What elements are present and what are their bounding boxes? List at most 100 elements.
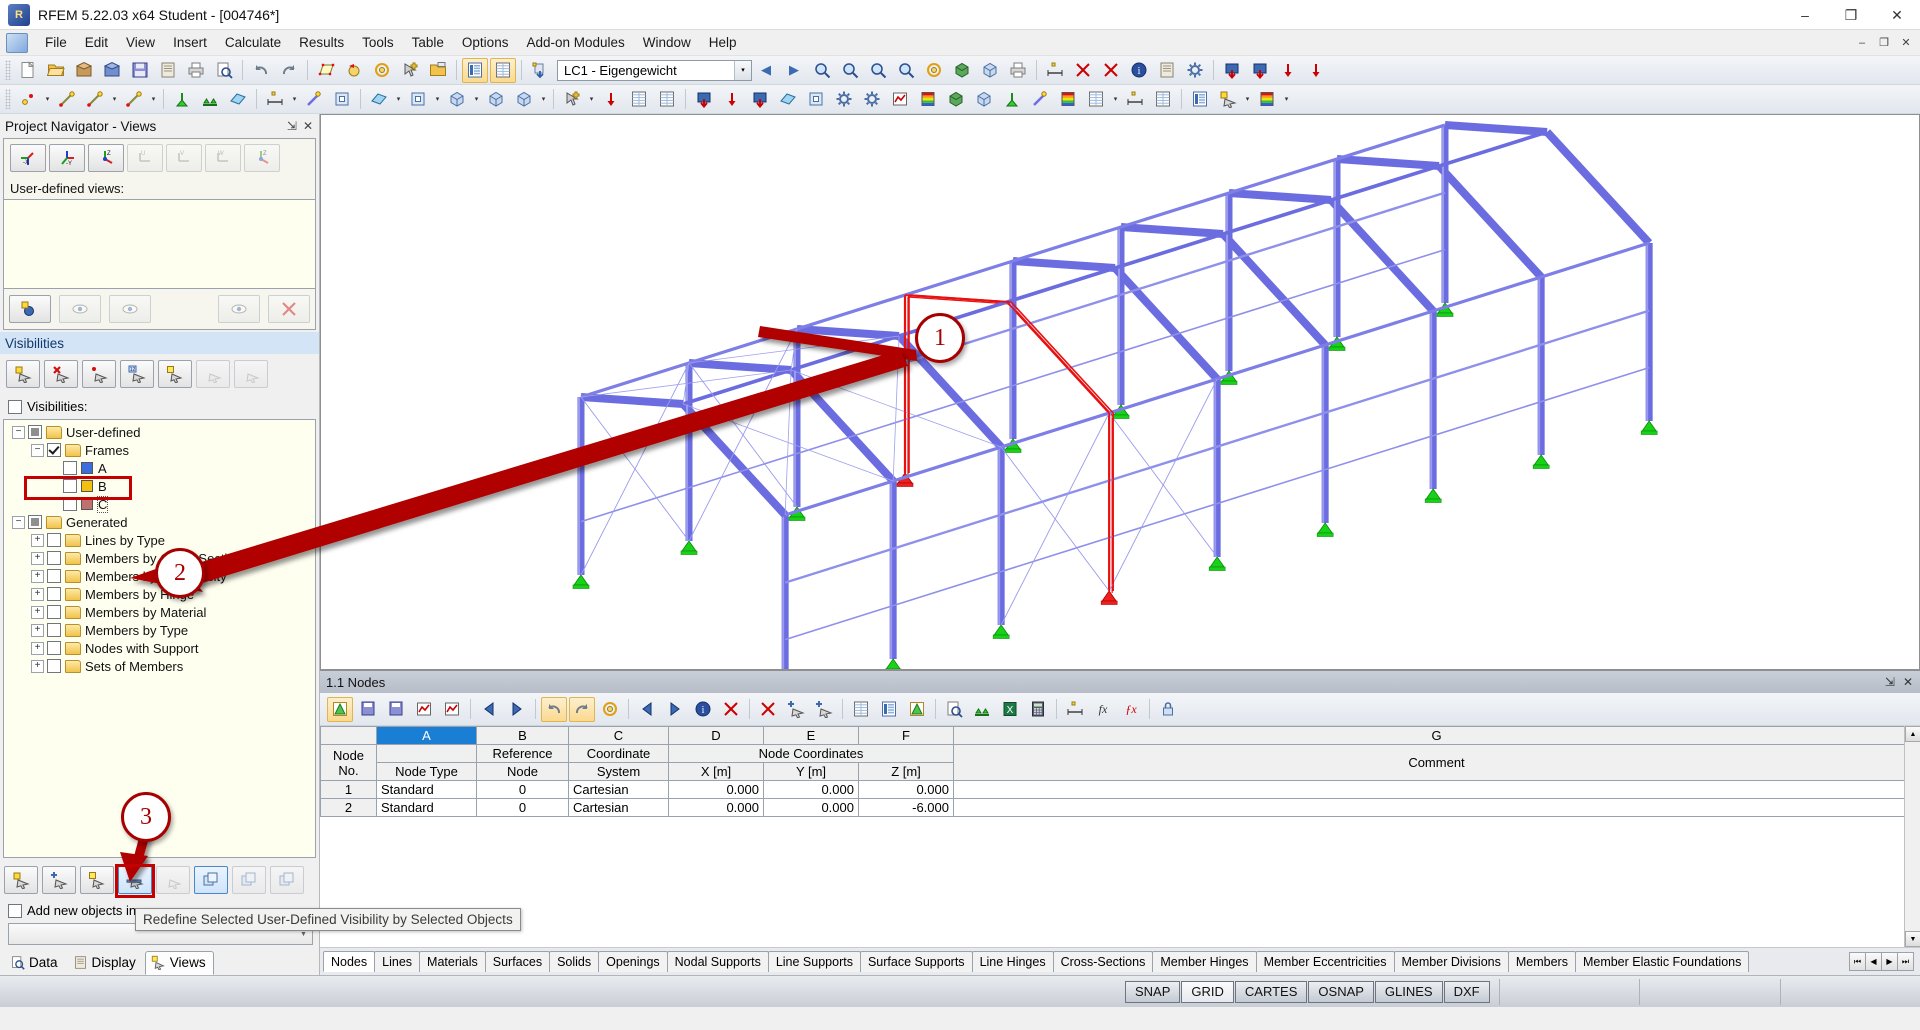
clipboard-tool[interactable] <box>1154 58 1180 83</box>
tbl-check[interactable] <box>969 697 995 722</box>
calc-run[interactable] <box>831 87 857 112</box>
print-preview[interactable] <box>211 58 237 83</box>
navigator-tab-views[interactable]: Views <box>145 951 214 975</box>
cell-node-type[interactable]: Standard <box>377 799 477 817</box>
table-tab-nav-1[interactable]: ◀ <box>1865 952 1882 971</box>
table-tab-openings[interactable]: Openings <box>598 951 668 972</box>
print-graphic[interactable] <box>1005 58 1031 83</box>
tree-item-generated[interactable]: −Generated <box>4 513 315 531</box>
table-pin-icon[interactable]: ⇲ <box>1885 675 1895 689</box>
tree-item-frames[interactable]: −Frames <box>4 441 315 459</box>
open-box[interactable] <box>71 58 97 83</box>
column-header-G[interactable]: G <box>954 727 1920 745</box>
vis-delete[interactable] <box>156 866 190 894</box>
cell-z[interactable]: -6.000 <box>859 799 954 817</box>
cell-node-type[interactable]: Standard <box>377 781 477 799</box>
cell-z[interactable]: 0.000 <box>859 781 954 799</box>
quad-edit[interactable] <box>313 58 339 83</box>
tbl-chart[interactable] <box>411 697 437 722</box>
tbl-info[interactable]: i <box>690 697 716 722</box>
tree-checkbox[interactable] <box>47 641 61 655</box>
tbl-down[interactable] <box>662 697 688 722</box>
column-header-B[interactable]: B <box>477 727 569 745</box>
nodal-support[interactable] <box>169 87 195 112</box>
tree-item-members-by-type[interactable]: +Members by Type <box>4 621 315 639</box>
vis-new[interactable] <box>4 866 38 894</box>
mesh-tool[interactable] <box>626 87 652 112</box>
new-folder[interactable] <box>425 58 451 83</box>
new-view-button[interactable] <box>9 295 51 323</box>
info-tool[interactable]: i <box>1126 58 1152 83</box>
load-line[interactable] <box>719 87 745 112</box>
member-forces[interactable] <box>1027 87 1053 112</box>
insert-line-2[interactable] <box>82 87 108 112</box>
menu-item-calculate[interactable]: Calculate <box>216 32 290 53</box>
user-defined-views-list[interactable] <box>4 199 315 289</box>
view-v[interactable]: V <box>166 144 202 172</box>
cell-coord-system[interactable]: Cartesian <box>569 799 669 817</box>
navigator-close-icon[interactable]: ✕ <box>303 119 313 133</box>
insert-node[interactable] <box>15 87 41 112</box>
vis-group-3[interactable] <box>270 866 304 894</box>
vis-red[interactable] <box>44 360 78 388</box>
menu-item-tools[interactable]: Tools <box>353 32 403 53</box>
tbl-excel[interactable]: X <box>997 697 1023 722</box>
table-tab-line-hinges[interactable]: Line Hinges <box>972 951 1054 972</box>
vis-redefine[interactable] <box>80 866 114 894</box>
settings-tool[interactable] <box>1182 58 1208 83</box>
wireframe[interactable] <box>977 58 1003 83</box>
tree-checkbox[interactable] <box>28 425 42 439</box>
tbl-redo[interactable] <box>569 697 595 722</box>
tree-item-lines-by-type[interactable]: +Lines by Type <box>4 531 315 549</box>
tbl-grid-b[interactable] <box>876 697 902 722</box>
vis-gray2[interactable] <box>234 360 268 388</box>
view-minus-y[interactable]: -Y <box>49 144 85 172</box>
tree-item-user-defined[interactable]: −User-defined <box>4 423 315 441</box>
solid-contact[interactable] <box>511 87 537 112</box>
table-tab-materials[interactable]: Materials <box>419 951 486 972</box>
status-button-dxf[interactable]: DXF <box>1444 981 1490 1003</box>
zoom-tool[interactable] <box>809 58 835 83</box>
view-u[interactable]: U <box>127 144 163 172</box>
vis-gray1[interactable] <box>196 360 230 388</box>
member-grid[interactable] <box>329 87 355 112</box>
table-tab-nav-0[interactable]: ⏮ <box>1849 952 1866 971</box>
show-navigator[interactable] <box>462 58 488 83</box>
load-member[interactable] <box>747 87 773 112</box>
toolbar-grip[interactable] <box>5 89 11 109</box>
status-button-cartes[interactable]: CARTES <box>1235 981 1308 1003</box>
menu-item-file[interactable]: File <box>36 32 76 53</box>
add-new-objects-checkbox[interactable] <box>8 904 22 918</box>
grid-settings-dropdown[interactable]: ▾ <box>1110 87 1121 112</box>
tree-item-a[interactable]: A <box>4 459 315 477</box>
table-row[interactable]: 2Standard0Cartesian0.0000.000-6.000 <box>321 799 1920 817</box>
tbl-del-row[interactable] <box>755 697 781 722</box>
solid-contact-dropdown[interactable]: ▾ <box>538 87 549 112</box>
model-viewport[interactable] <box>320 114 1920 670</box>
tree-checkbox[interactable] <box>47 605 61 619</box>
visibility-tool[interactable] <box>1215 87 1241 112</box>
table-tab-line-supports[interactable]: Line Supports <box>768 951 861 972</box>
nodes-table[interactable]: ABCDEFGNodeNo.ReferenceCoordinateNode Co… <box>320 726 1920 817</box>
tbl-app-row[interactable] <box>811 697 837 722</box>
rotate-view[interactable] <box>341 58 367 83</box>
tree-expander-icon[interactable]: + <box>31 660 44 673</box>
maximize-button[interactable]: ❐ <box>1828 0 1874 30</box>
mirror-tool[interactable] <box>1042 58 1068 83</box>
tbl-calc[interactable] <box>1025 697 1051 722</box>
tbl-delete-col[interactable] <box>718 697 744 722</box>
mdi-close-button[interactable]: ✕ <box>1896 34 1916 52</box>
minimize-button[interactable]: – <box>1782 0 1828 30</box>
insert-arc-dropdown[interactable]: ▾ <box>148 87 159 112</box>
zoom-all[interactable] <box>865 58 891 83</box>
cell-y[interactable]: 0.000 <box>764 799 859 817</box>
new-load-case[interactable] <box>527 58 553 83</box>
copy-move-dropdown[interactable]: ▾ <box>586 87 597 112</box>
cell-comment[interactable] <box>954 799 1920 817</box>
mirror-copy[interactable] <box>598 87 624 112</box>
load-blue-1[interactable] <box>1219 58 1245 83</box>
rot-view2[interactable] <box>921 58 947 83</box>
tree-checkbox[interactable] <box>47 569 61 583</box>
vis-dot[interactable] <box>82 360 116 388</box>
view-iso[interactable]: Z <box>244 144 280 172</box>
